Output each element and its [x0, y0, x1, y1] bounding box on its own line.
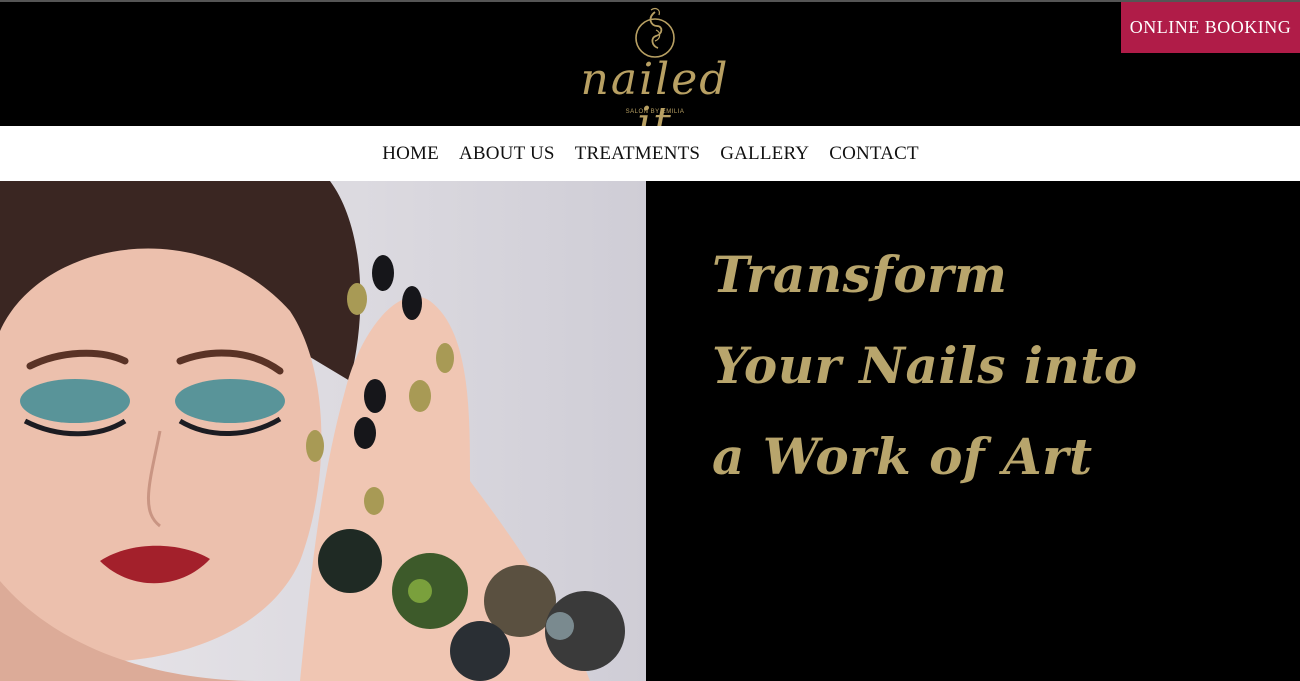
- logo-subtitle: SALON BY EMILIA: [625, 109, 685, 115]
- main-nav: HOME ABOUT US TREATMENTS GALLERY CONTACT: [0, 126, 1300, 181]
- site-logo[interactable]: nailed it SALON BY EMILIA: [560, 6, 750, 146]
- online-booking-button[interactable]: ONLINE BOOKING: [1121, 2, 1300, 53]
- model-illustration: [0, 181, 625, 681]
- tagline-line: Transform: [712, 245, 1008, 304]
- tagline-line: a Work of Art: [712, 427, 1093, 486]
- nav-item-about-us[interactable]: ABOUT US: [459, 143, 555, 165]
- hero-tagline: Transform Your Nails into a Work of Art: [712, 229, 1272, 502]
- nav-list: HOME ABOUT US TREATMENTS GALLERY CONTACT: [382, 143, 919, 165]
- nav-item-contact[interactable]: CONTACT: [829, 143, 919, 165]
- hero-photo: [0, 181, 646, 681]
- tagline-line: Your Nails into: [712, 336, 1138, 395]
- site-header: nailed it SALON BY EMILIA ONLINE BOOKING: [0, 0, 1300, 146]
- tagline-panel: Transform Your Nails into a Work of Art: [646, 181, 1300, 681]
- nav-item-home[interactable]: HOME: [382, 143, 439, 165]
- nav-item-gallery[interactable]: GALLERY: [720, 143, 809, 165]
- hero-section: Transform Your Nails into a Work of Art: [0, 181, 1300, 681]
- nav-item-treatments[interactable]: TREATMENTS: [575, 143, 701, 165]
